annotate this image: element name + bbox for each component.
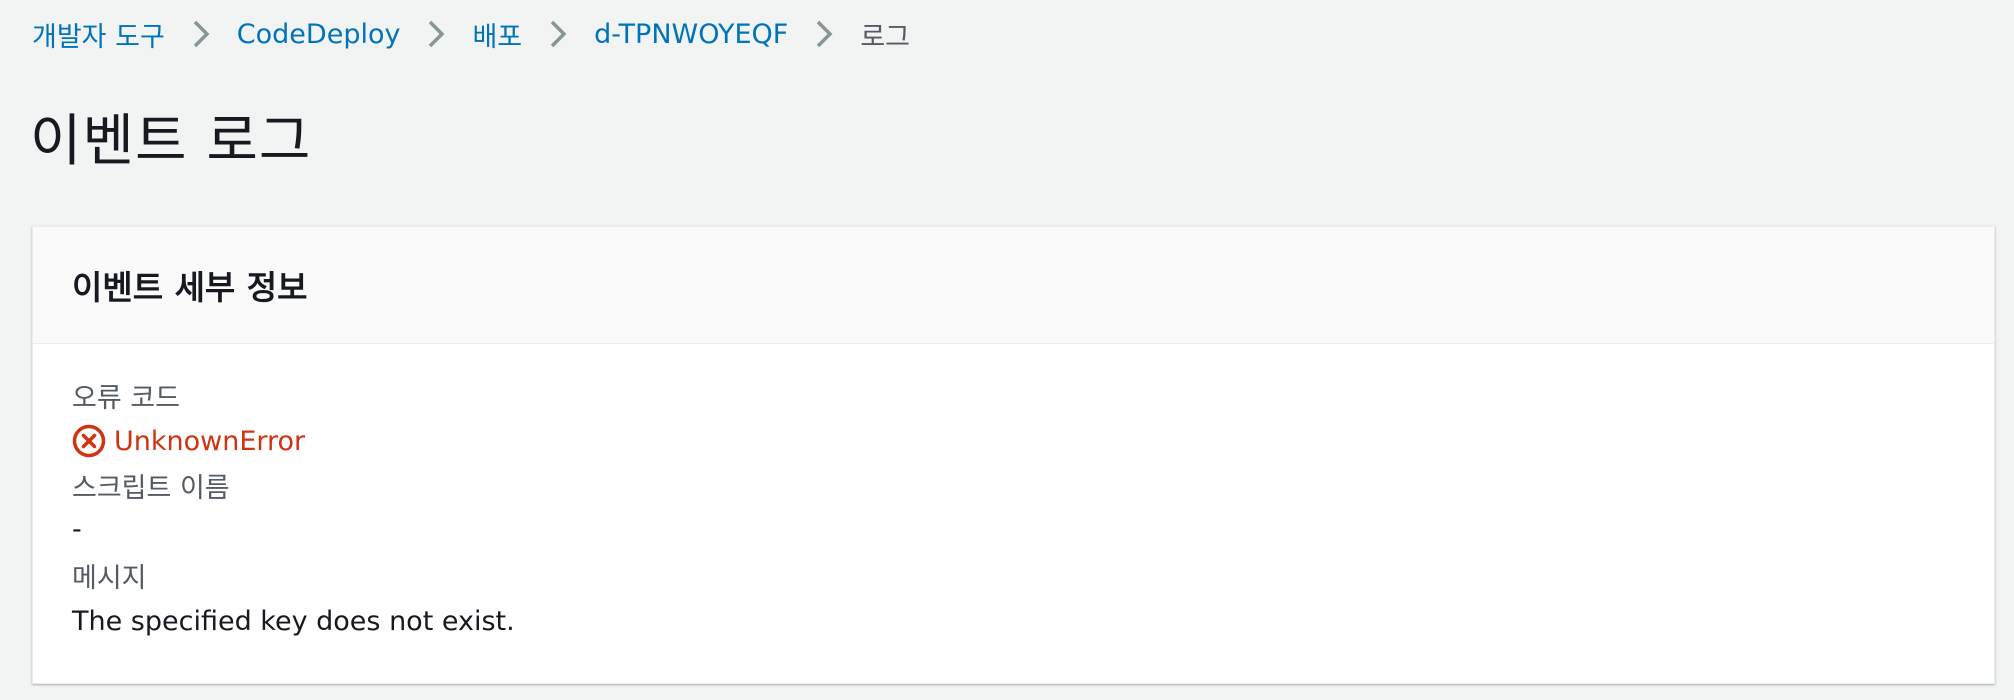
script-name-value: -	[72, 514, 82, 545]
breadcrumb-codedeploy[interactable]: CodeDeploy	[237, 19, 401, 50]
panel-header: 이벤트 세부 정보	[33, 227, 1994, 344]
panel-title: 이벤트 세부 정보	[72, 268, 308, 307]
breadcrumb: 개발자 도구 CodeDeploy 배포 d-TPNWOYEQF 로그	[32, 14, 910, 54]
error-code-value: UnknownError	[72, 424, 305, 458]
script-name-label: 스크립트 이름	[72, 473, 230, 504]
error-circle-x-icon	[72, 424, 106, 458]
chevron-right-icon	[400, 14, 472, 54]
breadcrumb-developer-tools[interactable]: 개발자 도구	[32, 15, 165, 54]
chevron-right-icon	[165, 14, 237, 54]
breadcrumb-deployments[interactable]: 배포	[472, 15, 522, 54]
chevron-right-icon	[788, 14, 860, 54]
chevron-right-icon	[522, 14, 594, 54]
error-code-label: 오류 코드	[72, 383, 180, 414]
page-title: 이벤트 로그	[30, 109, 312, 174]
breadcrumb-current-logs: 로그	[860, 21, 911, 53]
breadcrumb-deployment-id[interactable]: d-TPNWOYEQF	[594, 19, 788, 50]
event-details-panel: 이벤트 세부 정보 오류 코드 UnknownError 스크립트 이름 - 메…	[32, 226, 1995, 684]
message-value: The specified key does not exist.	[72, 606, 515, 637]
error-code-text: UnknownError	[114, 425, 306, 457]
message-label: 메시지	[72, 563, 147, 594]
